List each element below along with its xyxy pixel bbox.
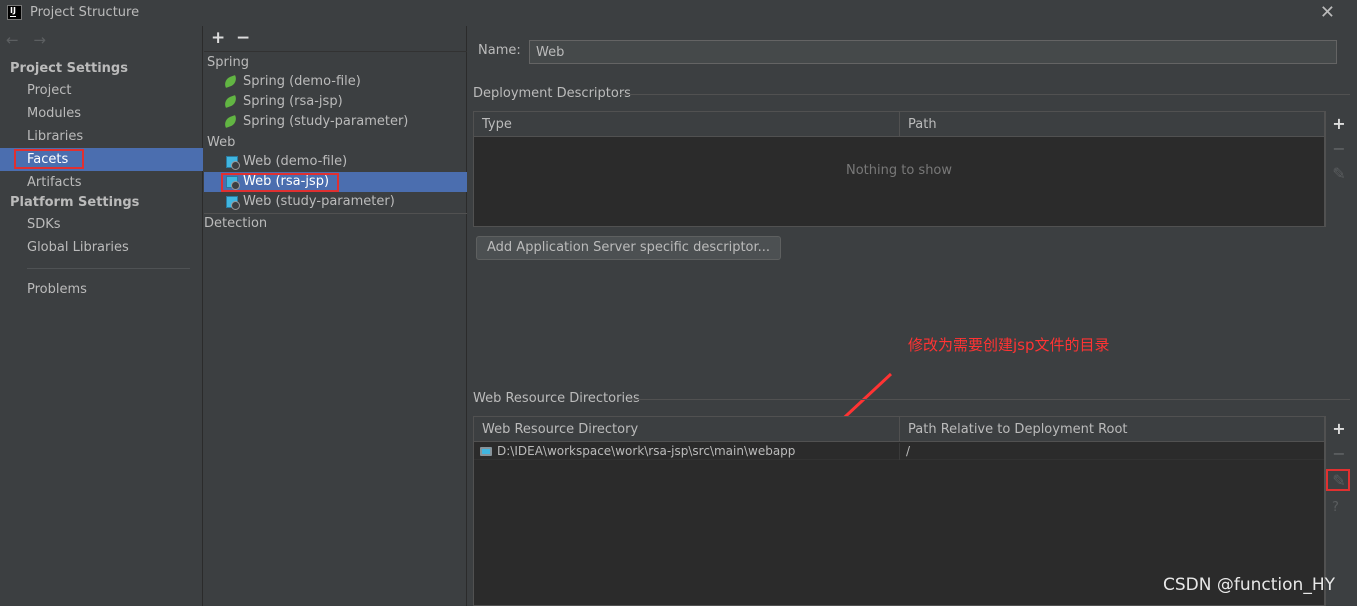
- sidebar-item-problems[interactable]: Problems: [0, 278, 203, 301]
- tree-group-web[interactable]: Web: [207, 135, 235, 150]
- facets-highlight-box: [14, 149, 84, 169]
- nav-arrows: ← →: [6, 31, 56, 49]
- add-descriptor-button[interactable]: +: [1332, 114, 1346, 133]
- web-rsa-jsp-highlight-box: [221, 173, 339, 192]
- remove-web-resource-button[interactable]: −: [1332, 444, 1346, 463]
- watermark: CSDN @function_HY: [1163, 575, 1335, 595]
- edit-button-highlight-box: [1326, 469, 1350, 491]
- sidebar-item-modules[interactable]: Modules: [0, 102, 203, 125]
- back-arrow-icon[interactable]: ←: [6, 31, 19, 49]
- web-folder-icon: [480, 447, 492, 456]
- facets-tree-panel: + − Spring Spring (demo-file) Spring (rs…: [204, 26, 467, 606]
- sidebar-item-global-libraries[interactable]: Global Libraries: [0, 236, 203, 259]
- spring-leaf-icon: [222, 115, 239, 128]
- help-icon[interactable]: ?: [1332, 500, 1339, 515]
- remove-descriptor-button[interactable]: −: [1332, 139, 1346, 158]
- column-header-path[interactable]: Path: [899, 112, 1324, 137]
- deployment-descriptors-title: Deployment Descriptors: [473, 86, 631, 101]
- title-bar: IJ Project Structure ✕: [0, 0, 1357, 26]
- tree-item-spring-demo-file[interactable]: Spring (demo-file): [204, 72, 467, 92]
- settings-sidebar: ← → Project Settings Project Modules Lib…: [0, 26, 203, 606]
- section-divider: [620, 94, 1350, 95]
- sidebar-divider: [27, 268, 190, 269]
- directory-cell[interactable]: D:\IDEA\workspace\work\rsa-jsp\src\main\…: [474, 443, 899, 460]
- sidebar-item-libraries[interactable]: Libraries: [0, 125, 203, 148]
- remove-facet-button[interactable]: −: [236, 28, 250, 48]
- web-facet-icon: [226, 196, 240, 210]
- sidebar-item-artifacts[interactable]: Artifacts: [0, 171, 203, 194]
- column-header-relative-path[interactable]: Path Relative to Deployment Root: [899, 417, 1324, 442]
- window-title: Project Structure: [30, 5, 140, 20]
- column-header-web-resource-directory[interactable]: Web Resource Directory: [474, 417, 899, 442]
- forward-arrow-icon[interactable]: →: [33, 31, 46, 49]
- table-row[interactable]: D:\IDEA\workspace\work\rsa-jsp\src\main\…: [474, 443, 1324, 460]
- tree-divider: [204, 213, 467, 214]
- name-label: Name:: [478, 43, 521, 58]
- add-web-resource-button[interactable]: +: [1332, 419, 1346, 438]
- edit-descriptor-pencil-icon[interactable]: ✎: [1332, 164, 1346, 183]
- annotation-text: 修改为需要创建jsp文件的目录: [908, 336, 1110, 354]
- tree-item-spring-study-parameter[interactable]: Spring (study-parameter): [204, 112, 467, 132]
- section-divider: [630, 399, 1350, 400]
- tree-item-web-demo-file[interactable]: Web (demo-file): [204, 152, 467, 172]
- empty-table-text: Nothing to show: [845, 163, 953, 178]
- add-facet-button[interactable]: +: [211, 28, 225, 48]
- web-resource-directories-title: Web Resource Directories: [473, 391, 640, 406]
- intellij-logo-icon: IJ: [7, 5, 22, 20]
- sidebar-item-sdks[interactable]: SDKs: [0, 213, 203, 236]
- name-field[interactable]: [529, 40, 1337, 64]
- add-server-descriptor-button[interactable]: Add Application Server specific descript…: [476, 236, 782, 260]
- tree-group-spring[interactable]: Spring: [207, 55, 249, 70]
- spring-leaf-icon: [222, 75, 239, 88]
- deployment-descriptors-table: Type Path Nothing to show: [473, 111, 1325, 227]
- tree-item-web-study-parameter[interactable]: Web (study-parameter): [204, 192, 467, 212]
- sidebar-item-project[interactable]: Project: [0, 79, 203, 102]
- tree-item-spring-rsa-jsp[interactable]: Spring (rsa-jsp): [204, 92, 467, 112]
- tree-item-detection[interactable]: Detection: [204, 216, 267, 231]
- facet-detail-panel: Name: Deployment Descriptors Type Path N…: [468, 26, 1357, 606]
- relative-path-cell[interactable]: /: [899, 443, 1324, 460]
- close-icon[interactable]: ✕: [1320, 2, 1335, 23]
- project-settings-header: Project Settings: [10, 61, 128, 76]
- facets-toolbar: + −: [204, 26, 467, 52]
- platform-settings-header: Platform Settings: [10, 195, 140, 210]
- descriptor-side-toolbar: + − ✎: [1325, 111, 1349, 227]
- spring-leaf-icon: [222, 95, 239, 108]
- column-header-type[interactable]: Type: [474, 112, 899, 137]
- web-facet-icon: [226, 156, 240, 170]
